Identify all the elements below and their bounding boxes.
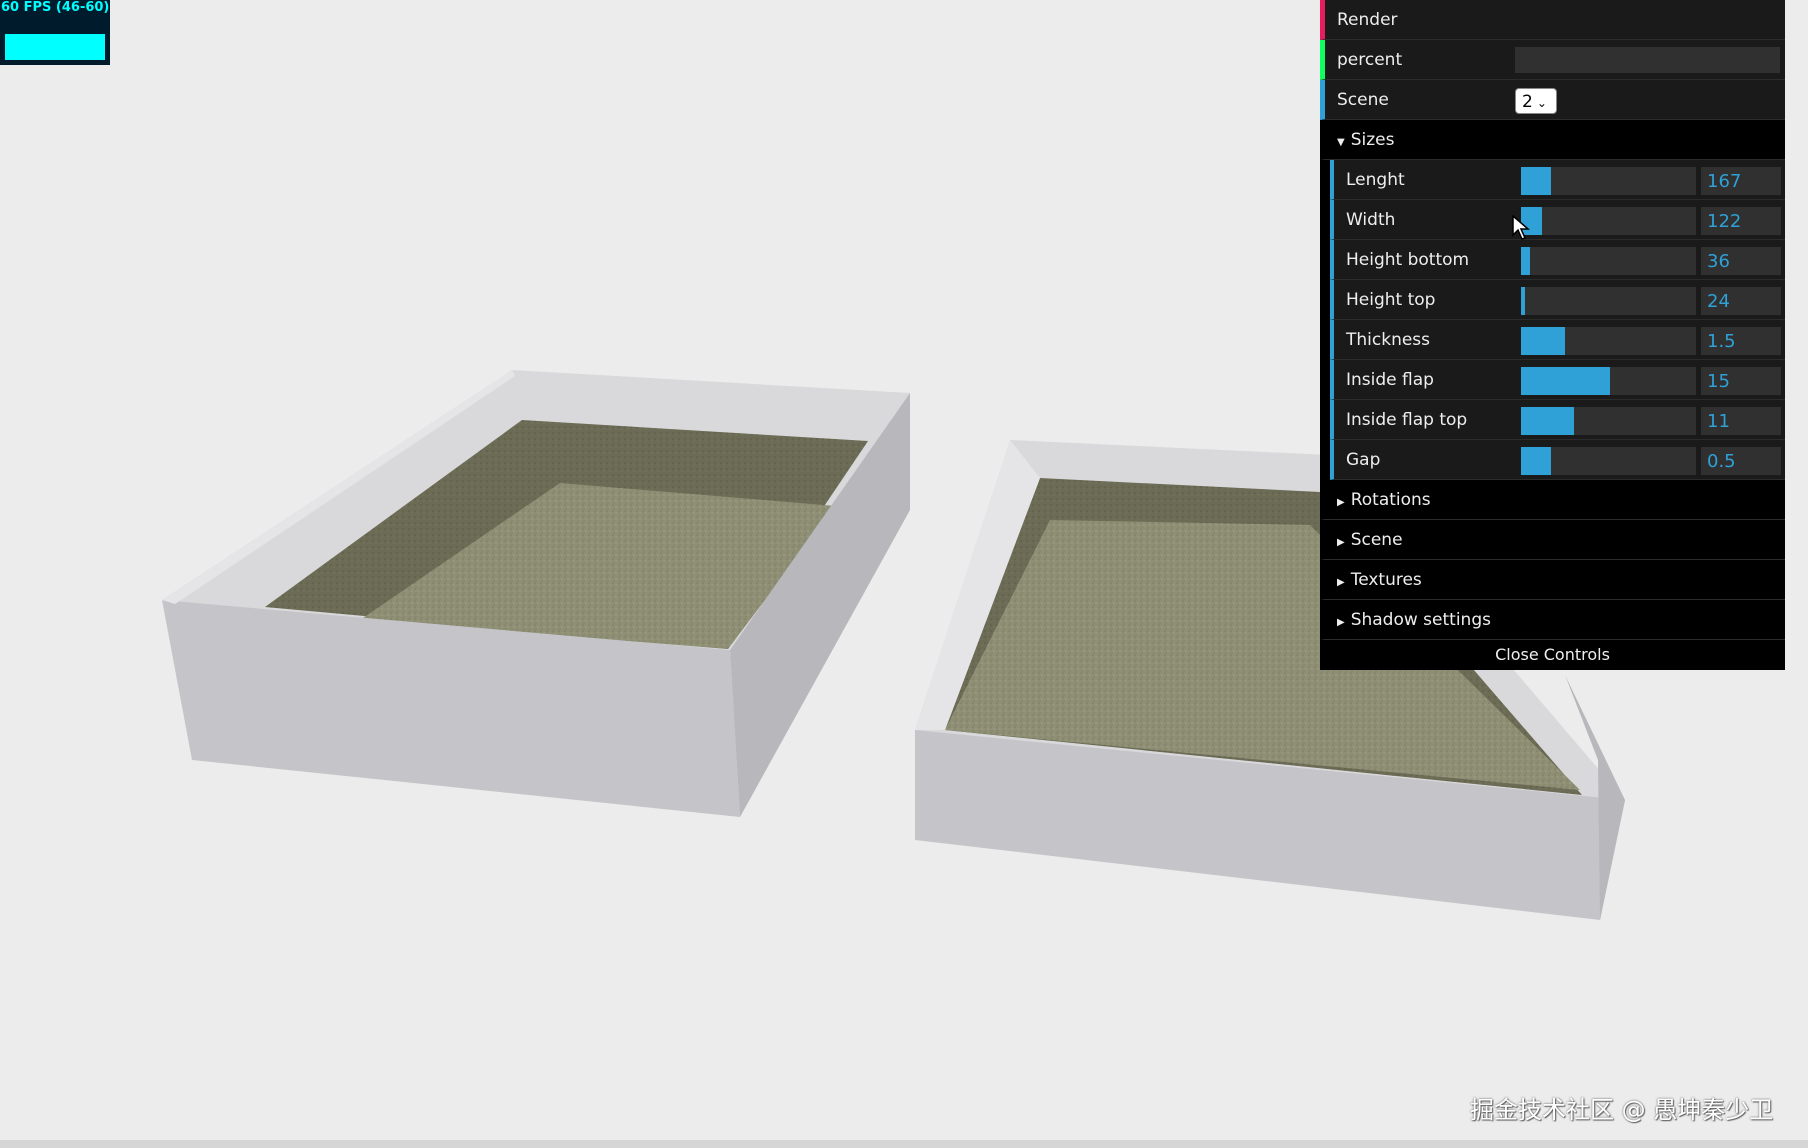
triangle-down-icon: ▼ <box>1337 137 1345 148</box>
watermark: 掘金技术社区 @ 愚坤秦少卫 <box>1470 1096 1774 1124</box>
slider-label: Height top <box>1346 290 1436 310</box>
slider-fill <box>1521 447 1551 475</box>
fps-readout: 60 FPS (46-60) <box>1 0 110 15</box>
percent-label: percent <box>1337 50 1403 70</box>
triangle-right-icon: ▶ <box>1337 577 1345 588</box>
close-controls-button[interactable]: Close Controls <box>1320 640 1785 670</box>
slider-value-input[interactable]: 122 <box>1701 207 1781 235</box>
scene-select[interactable]: 2 ⌄ <box>1515 88 1557 114</box>
slider-track[interactable] <box>1521 367 1696 395</box>
fps-graph <box>5 34 105 60</box>
slider-value-input[interactable]: 0.5 <box>1701 447 1781 475</box>
sizes-list: Lenght 167 Width 122 Height bottom 36 Height t… <box>1320 160 1785 480</box>
scene-select-value: 2 <box>1522 92 1533 112</box>
slider-value-input[interactable]: 11 <box>1701 407 1781 435</box>
slider-label: Inside flap <box>1346 370 1434 390</box>
folder-label: Textures <box>1350 570 1422 590</box>
slider-fill <box>1521 247 1530 275</box>
folder-item[interactable]: ▶ Rotations <box>1320 480 1785 520</box>
triangle-right-icon: ▶ <box>1337 497 1345 508</box>
fps-stats-panel[interactable]: 60 FPS (46-60) <box>0 0 110 65</box>
slider-row: Height top 24 <box>1330 280 1785 320</box>
folder-label: Scene <box>1350 530 1403 550</box>
render-button[interactable]: Render <box>1320 0 1785 40</box>
folder-item[interactable]: ▶ Shadow settings <box>1320 600 1785 640</box>
folder-sizes-label: Sizes <box>1350 130 1395 150</box>
slider-value-input[interactable]: 15 <box>1701 367 1781 395</box>
slider-fill <box>1521 287 1525 315</box>
slider-fill <box>1521 367 1611 395</box>
slider-row: Inside flap top 11 <box>1330 400 1785 440</box>
slider-fill <box>1521 407 1574 435</box>
slider-track[interactable] <box>1521 447 1696 475</box>
slider-track[interactable] <box>1521 247 1696 275</box>
slider-label: Gap <box>1346 450 1381 470</box>
chevron-down-icon: ⌄ <box>1536 96 1547 110</box>
horizontal-scrollbar[interactable] <box>0 1140 1808 1148</box>
slider-track[interactable] <box>1521 287 1696 315</box>
slider-track[interactable] <box>1521 327 1696 355</box>
folder-label: Shadow settings <box>1350 610 1491 630</box>
box-left <box>162 370 910 817</box>
slider-fill <box>1521 167 1551 195</box>
triangle-right-icon: ▶ <box>1337 537 1345 548</box>
folders-list: ▶ Rotations ▶ Scene ▶ Textures ▶ Shadow setting… <box>1320 480 1785 640</box>
slider-value-input[interactable]: 1.5 <box>1701 327 1781 355</box>
slider-track[interactable] <box>1521 207 1696 235</box>
triangle-right-icon: ▶ <box>1337 617 1345 628</box>
controls-panel[interactable]: Render percent Scene 2 ⌄ ▼ Sizes Lenght 167… <box>1320 0 1785 670</box>
slider-label: Thickness <box>1346 330 1431 350</box>
slider-label: Height bottom <box>1346 250 1470 270</box>
slider-label: Lenght <box>1346 170 1405 190</box>
slider-track[interactable] <box>1521 407 1696 435</box>
slider-value-input[interactable]: 36 <box>1701 247 1781 275</box>
slider-value-input[interactable]: 167 <box>1701 167 1781 195</box>
slider-value-input[interactable]: 24 <box>1701 287 1781 315</box>
render-label: Render <box>1337 10 1398 30</box>
slider-row: Thickness 1.5 <box>1330 320 1785 360</box>
folder-item[interactable]: ▶ Textures <box>1320 560 1785 600</box>
scene-label: Scene <box>1337 90 1389 110</box>
slider-label: Width <box>1346 210 1396 230</box>
slider-label: Inside flap top <box>1346 410 1468 430</box>
folder-sizes[interactable]: ▼ Sizes <box>1320 120 1785 160</box>
slider-row: Inside flap 15 <box>1330 360 1785 400</box>
percent-input[interactable] <box>1515 47 1780 73</box>
folder-item[interactable]: ▶ Scene <box>1320 520 1785 560</box>
slider-row: Gap 0.5 <box>1330 440 1785 480</box>
mouse-cursor-icon <box>1512 214 1531 246</box>
slider-fill <box>1521 327 1565 355</box>
folder-label: Rotations <box>1350 490 1431 510</box>
percent-row: percent <box>1320 40 1785 80</box>
slider-row: Width 122 <box>1330 200 1785 240</box>
slider-track[interactable] <box>1521 167 1696 195</box>
slider-row: Lenght 167 <box>1330 160 1785 200</box>
slider-row: Height bottom 36 <box>1330 240 1785 280</box>
scene-row: Scene 2 ⌄ <box>1320 80 1785 120</box>
